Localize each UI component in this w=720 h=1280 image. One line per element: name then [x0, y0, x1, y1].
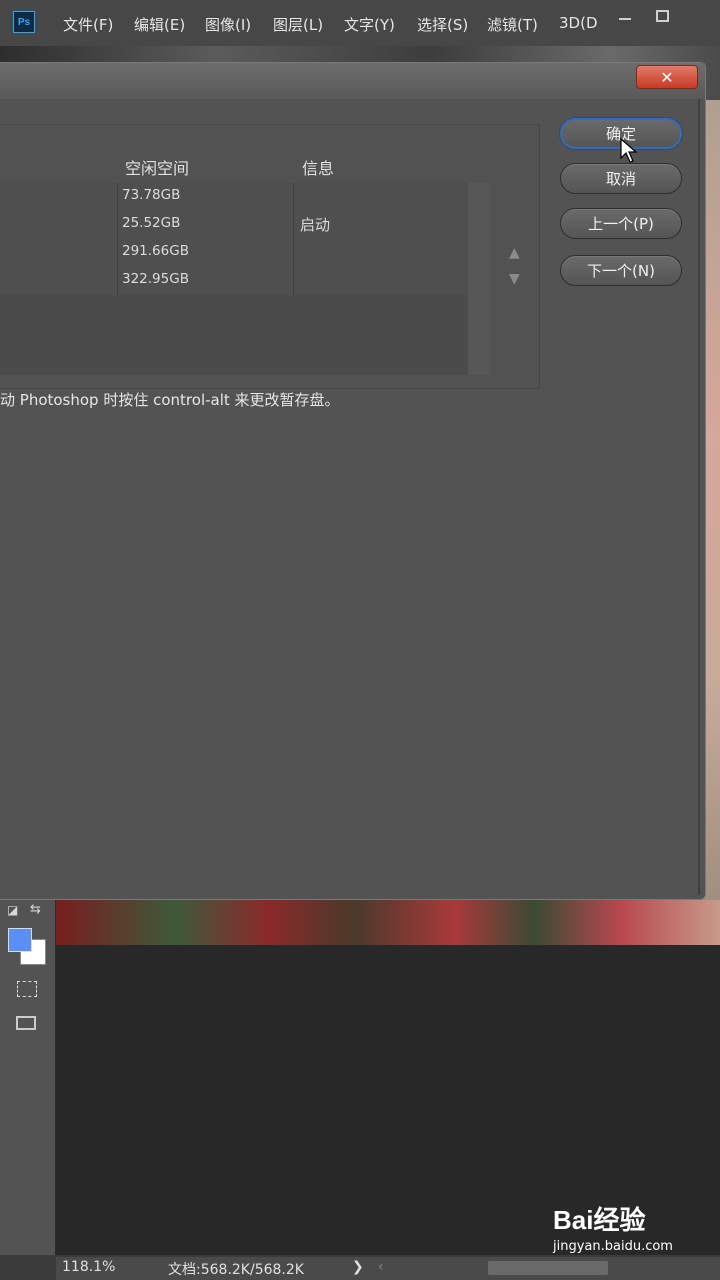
dialog-body: 空闲空间 信息 73.78GB 25.52GB 启动 291.66GB 322.… [0, 99, 700, 895]
close-button[interactable]: ✕ [636, 65, 698, 89]
menu-select[interactable]: 选择(S) [417, 14, 468, 35]
minimize-icon[interactable] [612, 6, 640, 26]
document-size: 文档:568.2K/568.2K [168, 1262, 304, 1278]
image-canvas-preview [56, 900, 720, 945]
menu-layer[interactable]: 图层(L) [273, 14, 323, 35]
photoshop-logo-icon[interactable]: Ps [13, 11, 35, 33]
next-button[interactable]: 下一个(N) [560, 255, 682, 286]
horizontal-scrollbar-thumb[interactable] [488, 1261, 608, 1275]
column-header-free-space: 空闲空间 [125, 159, 190, 178]
watermark-brand: Bai经验 [553, 1205, 646, 1235]
status-bar: 118.1% 文档:568.2K/568.2K ❯ ‹ [56, 1257, 720, 1280]
scratch-disk-hint: 动 Photoshop 时按住 control-alt 来更改暂存盘。 [0, 391, 340, 409]
maximize-icon[interactable] [648, 6, 676, 26]
table-rows: 73.78GB 25.52GB 启动 291.66GB 322.95GB [0, 183, 468, 295]
column-divider [117, 183, 118, 295]
mouse-pointer-icon [620, 138, 638, 163]
menu-3d[interactable]: 3D(D) [559, 14, 599, 32]
screen-mode-icon[interactable] [16, 1016, 36, 1030]
menu-bar: Ps 文件(F) 编辑(E) 图像(I) 图层(L) 文字(Y) 选择(S) 滤… [0, 0, 720, 46]
scratch-disk-dialog: ✕ 空闲空间 信息 73.78GB 25.52GB 启动 291.66GB 32… [0, 62, 706, 900]
menu-file[interactable]: 文件(F) [63, 14, 113, 35]
menu-edit[interactable]: 编辑(E) [134, 14, 185, 35]
column-divider [293, 183, 294, 295]
table-row-free[interactable]: 322.95GB [122, 271, 189, 287]
move-down-arrow-icon[interactable]: ▼ [509, 271, 520, 287]
menu-image[interactable]: 图像(I) [205, 14, 251, 35]
quick-mask-icon[interactable] [17, 981, 37, 997]
previous-button[interactable]: 上一个(P) [560, 208, 682, 239]
table-row-info: 启动 [300, 216, 331, 234]
scroll-left-icon[interactable]: ‹ [378, 1259, 384, 1275]
swap-colors-icon[interactable]: ⇆ [30, 902, 41, 917]
foreground-color-swatch[interactable] [8, 928, 32, 952]
status-menu-chevron-icon[interactable]: ❯ [352, 1259, 364, 1275]
column-header-info: 信息 [302, 159, 335, 178]
move-up-arrow-icon[interactable]: ▲ [509, 245, 520, 261]
table-row-free[interactable]: 291.66GB [122, 243, 189, 259]
baidu-jingyan-watermark: Bai经验 jingyan.baidu.com [553, 1200, 673, 1254]
dialog-titlebar[interactable] [0, 63, 705, 99]
scratch-disk-table: 73.78GB 25.52GB 启动 291.66GB 322.95GB [0, 183, 490, 375]
default-colors-icon[interactable]: ◪ [7, 903, 18, 917]
menu-type[interactable]: 文字(Y) [344, 14, 395, 35]
table-row-free[interactable]: 73.78GB [122, 187, 180, 203]
menu-filter[interactable]: 滤镜(T) [487, 14, 538, 35]
watermark-url: jingyan.baidu.com [553, 1239, 673, 1254]
cancel-button[interactable]: 取消 [560, 163, 682, 194]
zoom-level[interactable]: 118.1% [62, 1259, 115, 1275]
table-row-free[interactable]: 25.52GB [122, 215, 180, 231]
table-scrollbar[interactable] [468, 183, 490, 375]
